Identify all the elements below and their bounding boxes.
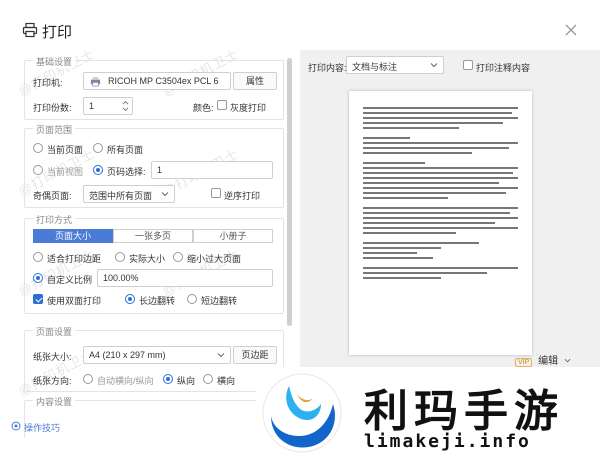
copies-stepper[interactable]: 1 [83,97,133,115]
site-name: 利玛手游 [364,386,564,437]
duplex-checkbox[interactable] [33,294,43,304]
reverse-print-checkbox[interactable] [211,188,221,198]
fit-margin-label: 适合打印边距 [47,254,102,264]
duplex-label: 使用双面打印 [47,296,102,306]
chevron-down-icon [564,358,571,363]
custom-scale-label: 自定义比例 [47,275,93,285]
copies-value: 1 [89,101,95,111]
print-mode-group: 打印方式 页面大小 一张多页 小册子 适合打印边距 实际大小 缩小过大页面 自定… [24,213,284,314]
radio-all-pages[interactable] [93,143,103,153]
printer-small-icon [90,76,101,87]
margins-button[interactable]: 页边距 [233,346,277,364]
short-edge-label: 短边翻转 [201,296,238,306]
close-icon[interactable] [561,20,581,40]
group-label: 内容设置 [33,395,76,408]
odd-even-value: 范围中所有页面 [89,191,153,201]
settings-scrollbar[interactable] [287,58,292,326]
vip-badge: VIP [515,358,533,367]
paper-size-select[interactable]: A4 (210 x 297 mm) [83,346,231,364]
content-settings-group: 内容设置 [24,395,284,438]
custom-scale-input[interactable]: 100.00% [97,269,273,287]
copies-label: 打印份数: [33,103,72,113]
radio-long-edge[interactable] [125,294,135,304]
dialog-title: 打印 [42,24,73,41]
chevron-down-icon [430,63,438,68]
tab-booklet[interactable]: 小册子 [193,229,273,243]
group-label: 打印方式 [33,213,76,226]
page-select-input[interactable]: 1 [151,161,273,179]
group-label: 页面范围 [33,123,76,136]
auto-orientation-label: 自动横向/纵向 [97,376,154,386]
radio-short-edge[interactable] [187,294,197,304]
all-pages-label: 所有页面 [107,145,144,155]
page-preview [349,91,532,355]
radio-current-view[interactable] [33,165,43,175]
odd-even-label: 奇偶页面: [33,191,72,201]
radio-actual-size[interactable] [115,252,125,262]
properties-button[interactable]: 属性 [233,72,277,90]
radio-portrait[interactable] [163,374,173,384]
landscape-label: 横向 [217,376,236,386]
portrait-label: 纵向 [177,376,196,386]
radio-landscape[interactable] [203,374,213,384]
grayscale-checkbox[interactable] [217,100,227,110]
printer-icon [22,22,38,38]
radio-auto-orientation[interactable] [83,374,93,384]
current-page-label: 当前页面 [47,145,84,155]
edit-label: 编辑 [538,356,559,367]
site-logo-overlay: 利玛手游 limakeji.info [256,367,600,458]
color-label: 颜色: [193,103,214,113]
edit-button[interactable]: VIP 编辑 [515,352,571,367]
group-label: 页面设置 [33,325,76,338]
document-text-lines [363,107,518,282]
long-edge-label: 长边翻转 [139,296,176,306]
printer-select[interactable]: RICOH MP C3504ex PCL 6 [83,72,231,90]
print-comments-checkbox[interactable] [463,60,473,70]
site-domain: limakeji.info [364,431,531,452]
grayscale-label: 灰度打印 [230,103,267,113]
radio-fit-margin[interactable] [33,252,43,262]
print-comments-label: 打印注释内容 [476,63,531,73]
radio-current-page[interactable] [33,143,43,153]
settings-panel: 基础设置 打印机: RICOH MP C3504ex PCL 6 属性 打印份数… [18,52,286,438]
tab-page-size[interactable]: 页面大小 [33,229,113,243]
page-range-group: 页面范围 当前页面 所有页面 当前视图 页码选择: 1 奇偶页面: 范围中所有页… [24,123,284,208]
print-dialog: @打印机卫士 @打印机卫士 @打印机卫士 @打印机卫士 @打印机卫士 @打印机卫… [0,0,600,458]
reverse-print-label: 逆序打印 [224,191,261,201]
actual-size-label: 实际大小 [129,254,166,264]
print-content-value: 文档与标注 [352,62,398,72]
current-view-label: 当前视图 [47,167,84,177]
tab-multi-page[interactable]: 一张多页 [113,229,193,243]
title-bar: 打印 [0,0,600,41]
chevron-down-icon [161,192,169,197]
radio-page-select[interactable] [93,165,103,175]
printer-label: 打印机: [33,78,63,88]
page-setup-group: 页面设置 纸张大小: A4 (210 x 297 mm) 页边距 纸张方向: 自… [24,325,284,392]
tips-icon [11,421,21,431]
radio-custom-scale[interactable] [33,273,43,283]
radio-shrink-oversize[interactable] [173,252,183,262]
paper-size-value: A4 (210 x 297 mm) [89,350,166,360]
odd-even-select[interactable]: 范围中所有页面 [83,185,175,203]
print-content-select[interactable]: 文档与标注 [346,56,444,74]
orientation-label: 纸张方向: [33,376,72,386]
page-select-label: 页码选择: [107,167,146,177]
group-label: 基础设置 [33,55,76,68]
chevron-down-icon [217,353,225,358]
paper-size-label: 纸张大小: [33,352,72,362]
basic-settings-group: 基础设置 打印机: RICOH MP C3504ex PCL 6 属性 打印份数… [24,55,284,120]
stepper-arrows-icon[interactable] [122,100,129,112]
printer-value: RICOH MP C3504ex PCL 6 [108,76,219,86]
shrink-oversize-label: 缩小过大页面 [187,254,242,264]
print-content-label: 打印内容: [308,63,347,73]
site-logo-icon [262,373,342,453]
operation-tips-link[interactable]: 操作技巧 [24,421,60,434]
